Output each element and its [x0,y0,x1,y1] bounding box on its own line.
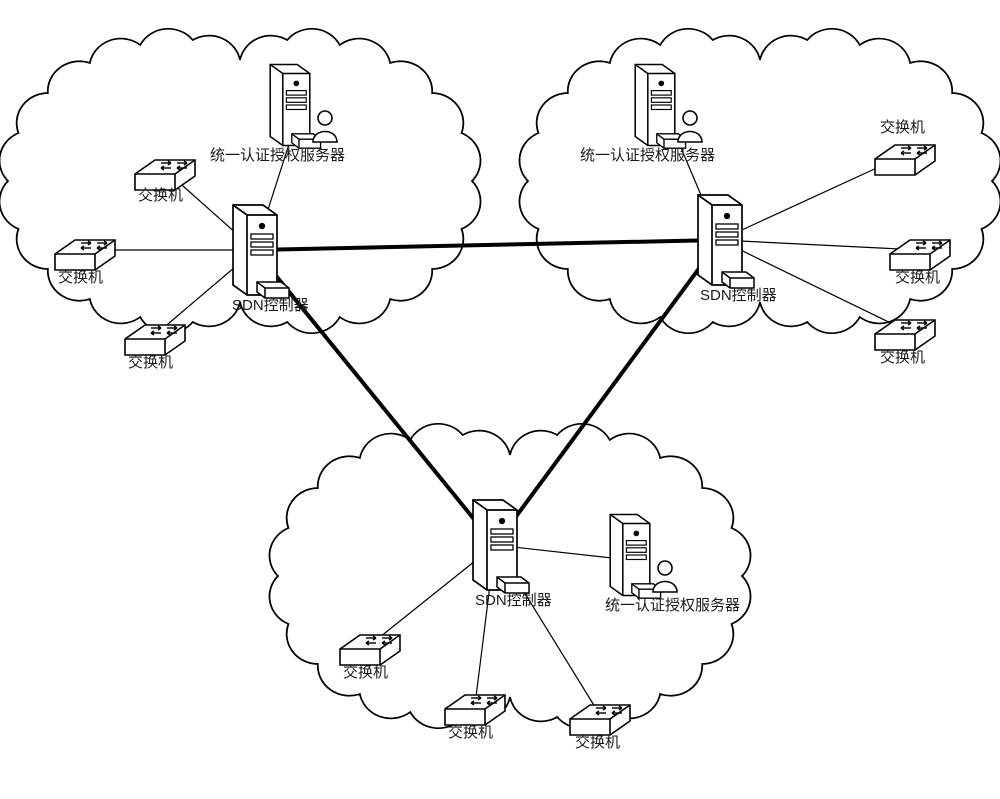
auth-server-label: 统一认证授权服务器 [580,148,715,165]
switch-icon [55,240,115,270]
auth-server-icon [610,515,660,599]
auth-server-label: 统一认证授权服务器 [210,148,345,165]
switch-icon [125,325,185,355]
diagram-svg [0,0,1000,799]
sdn-controller-label: SDN控制器 [232,298,309,315]
person-icon [678,111,702,142]
switch-label: 交换机 [58,270,103,287]
auth-server-label: 统一认证授权服务器 [605,598,740,615]
switch-label: 交换机 [575,735,620,752]
diagram-stage: 统一认证授权服务器 交换机 交换机 交换机 SDN控制器 统一认证授权服务器 交… [0,0,1000,799]
sdn-controller-label: SDN控制器 [700,288,777,305]
sdn-controller-label: SDN控制器 [475,593,552,610]
switch-icon [445,695,505,725]
switch-icon [875,320,935,350]
switch-icon [875,145,935,175]
switch-icon [890,240,950,270]
sdn-controller-icon [233,205,289,298]
switch-icon [570,705,630,735]
person-icon [653,561,677,592]
switch-icon [135,160,195,190]
switch-icon [340,635,400,665]
switch-label: 交换机 [138,188,183,205]
sdn-controller-icon [473,500,529,593]
switch-label: 交换机 [880,120,925,137]
switch-label: 交换机 [880,350,925,367]
person-icon [313,111,337,142]
auth-server-icon [270,65,320,149]
switch-label: 交换机 [448,725,493,742]
switch-label: 交换机 [128,355,173,372]
auth-server-icon [635,65,685,149]
switch-label: 交换机 [895,270,940,287]
switch-label: 交换机 [343,665,388,682]
